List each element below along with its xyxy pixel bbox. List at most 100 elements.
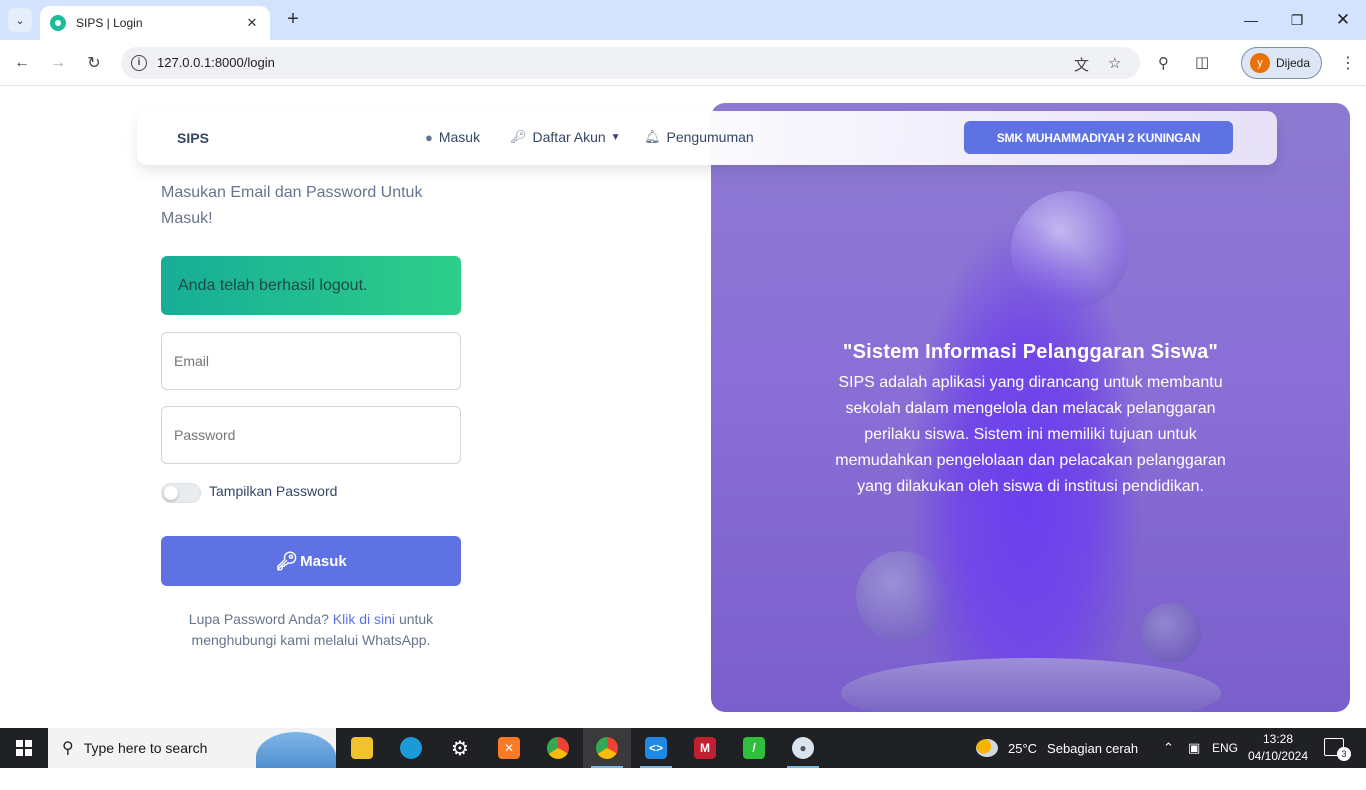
taskbar-chrome[interactable] xyxy=(534,728,582,768)
pen-icon: / xyxy=(743,737,765,759)
clock-date: 04/10/2024 xyxy=(1247,749,1309,763)
show-hidden-icons-button[interactable]: ⌃ xyxy=(1163,728,1174,768)
search-icon: ⚲ xyxy=(62,740,74,757)
url-text: 127.0.0.1:8000/login xyxy=(157,55,275,70)
user-circle-icon: ● xyxy=(425,129,433,145)
taskbar-file-explorer[interactable] xyxy=(338,728,386,768)
login-lead-text: Masukan Email dan Password Untuk Masuk! xyxy=(161,184,423,227)
bell-icon: 🔔︎ xyxy=(644,129,661,144)
search-highlight-image xyxy=(256,732,336,768)
mendeley-icon: M xyxy=(694,737,716,759)
show-password-toggle[interactable] xyxy=(161,483,201,503)
alert-text: Anda telah berhasil logout. xyxy=(178,276,368,294)
sun-cloud-icon xyxy=(976,739,998,757)
school-button[interactable]: SMK MUHAMMADIYAH 2 KUNINGAN xyxy=(964,121,1233,154)
extensions-icon[interactable]: ◫ xyxy=(1195,53,1209,71)
chevron-up-icon: ⌃ xyxy=(1163,740,1174,755)
browser-menu-icon[interactable]: ⋮ xyxy=(1340,53,1356,73)
login-submit-button[interactable]: 🔑︎ Masuk xyxy=(161,536,461,586)
login-submit-label: Masuk xyxy=(300,552,347,570)
notification-count: 3 xyxy=(1337,747,1351,761)
brand-logo[interactable]: SIPS xyxy=(177,130,209,146)
forgot-prefix: Lupa Password Anda? xyxy=(188,611,329,627)
taskbar-edge[interactable] xyxy=(387,728,435,768)
key-icon: 🔑︎ xyxy=(275,550,299,571)
chevron-down-icon: ▼ xyxy=(610,131,621,143)
back-button[interactable]: ← xyxy=(10,51,34,75)
weather-text: Sebagian cerah xyxy=(1047,740,1139,756)
key-icon: 🔑︎ xyxy=(510,129,527,144)
gear-icon: ⚙ xyxy=(451,737,469,760)
tab-search-button[interactable]: ⌄ xyxy=(8,8,32,32)
show-password-label: Tampilkan Password xyxy=(209,483,338,499)
email-field[interactable] xyxy=(161,332,461,390)
folder-icon xyxy=(351,737,373,759)
page-content: "Sistem Informasi Pelanggaran Siswa" SIP… xyxy=(0,87,1366,728)
nav-daftar-akun[interactable]: 🔑︎ Daftar Akun ▼ xyxy=(510,129,621,145)
hero-panel: "Sistem Informasi Pelanggaran Siswa" SIP… xyxy=(711,103,1350,712)
nav-pengumuman-label: Pengumuman xyxy=(666,129,754,145)
arrow-left-icon: ← xyxy=(14,54,30,71)
translate-icon[interactable]: 文 xyxy=(1074,54,1089,75)
chrome-icon xyxy=(596,737,618,759)
profile-button[interactable]: y Dijeda xyxy=(1241,47,1322,79)
zoom-icon[interactable]: ⚲ xyxy=(1158,54,1169,72)
weather-temp: 25°C xyxy=(1008,740,1038,756)
camera-tray-icon[interactable]: ▣ xyxy=(1188,728,1200,768)
hero-orb xyxy=(1141,603,1201,663)
taskbar-vscode[interactable]: <> xyxy=(632,728,680,768)
bookmark-star-icon[interactable]: ☆ xyxy=(1108,54,1121,72)
nav-masuk-label: Masuk xyxy=(438,129,481,145)
minimize-button[interactable]: — xyxy=(1228,0,1274,40)
password-field[interactable] xyxy=(161,406,461,464)
whatsapp-link[interactable]: Klik di sini xyxy=(333,611,395,627)
address-bar[interactable]: i 127.0.0.1:8000/login 文 ☆ xyxy=(121,47,1140,79)
browser-tab[interactable]: SIPS | Login ✕ xyxy=(40,6,270,40)
start-button[interactable] xyxy=(0,728,48,768)
new-tab-button[interactable]: + xyxy=(282,8,304,31)
site-info-icon[interactable]: i xyxy=(131,55,147,71)
forward-button[interactable]: → xyxy=(46,51,70,75)
taskbar-search[interactable]: ⚲ Type here to search xyxy=(48,728,336,768)
windows-taskbar: ⚲ Type here to search ⚙ ✕ <> M / ● 25°C … xyxy=(0,728,1366,768)
browser-tabstrip: ⌄ SIPS | Login ✕ + — ❐ ✕ xyxy=(0,0,1366,40)
site-favicon-icon xyxy=(50,15,66,31)
hero-title: "Sistem Informasi Pelanggaran Siswa" xyxy=(842,341,1219,363)
windows-logo-icon xyxy=(16,740,32,756)
hero-pedestal xyxy=(841,658,1221,712)
chevron-down-icon: ⌄ xyxy=(15,14,25,27)
profile-name: Dijeda xyxy=(1276,56,1311,70)
vscode-icon: <> xyxy=(645,737,667,759)
top-navbar: SIPS ● Masuk 🔑︎ Daftar Akun ▼ 🔔︎ Pengumu… xyxy=(137,111,1277,165)
weather-widget[interactable]: 25°C Sebagian cerah xyxy=(976,728,1138,768)
browser-toolbar: ← → ↻ i 127.0.0.1:8000/login 文 ☆ ⚲ ◫ y D… xyxy=(0,40,1366,86)
taskbar-settings[interactable]: ⚙ xyxy=(436,728,484,768)
hero-description: SIPS adalah aplikasi yang dirancang untu… xyxy=(835,374,1226,495)
taskbar-search-placeholder: Type here to search xyxy=(83,740,208,756)
nav-pengumuman[interactable]: 🔔︎ Pengumuman xyxy=(644,129,754,145)
camera-icon: ▣ xyxy=(1188,740,1201,755)
forgot-password-text: Lupa Password Anda? Klik di sini untuk m… xyxy=(161,609,461,651)
nav-masuk[interactable]: ● Masuk xyxy=(425,129,480,145)
taskbar-clock[interactable]: 13:28 04/10/2024 xyxy=(1240,731,1316,765)
restore-button[interactable]: ❐ xyxy=(1274,0,1320,40)
palette-icon: ● xyxy=(792,737,814,759)
toggle-knob xyxy=(164,486,178,500)
chrome-icon xyxy=(547,737,569,759)
taskbar-xampp[interactable]: ✕ xyxy=(485,728,533,768)
taskbar-mendeley[interactable]: M xyxy=(681,728,729,768)
notification-center-icon[interactable]: 3 xyxy=(1324,738,1351,761)
taskbar-app-green[interactable]: / xyxy=(730,728,778,768)
clock-time: 13:28 xyxy=(1262,732,1294,746)
taskbar-chrome-profile[interactable] xyxy=(583,728,631,768)
taskbar-paint[interactable]: ● xyxy=(779,728,827,768)
xampp-icon: ✕ xyxy=(498,737,520,759)
tab-close-icon[interactable]: ✕ xyxy=(244,15,260,31)
arrow-right-icon: → xyxy=(50,54,66,71)
close-window-button[interactable]: ✕ xyxy=(1320,0,1366,40)
edge-icon xyxy=(400,737,422,759)
language-indicator[interactable]: ENG xyxy=(1212,728,1238,768)
reload-button[interactable]: ↻ xyxy=(82,51,106,75)
avatar: y xyxy=(1250,53,1270,73)
logout-success-alert: Anda telah berhasil logout. xyxy=(161,256,461,315)
